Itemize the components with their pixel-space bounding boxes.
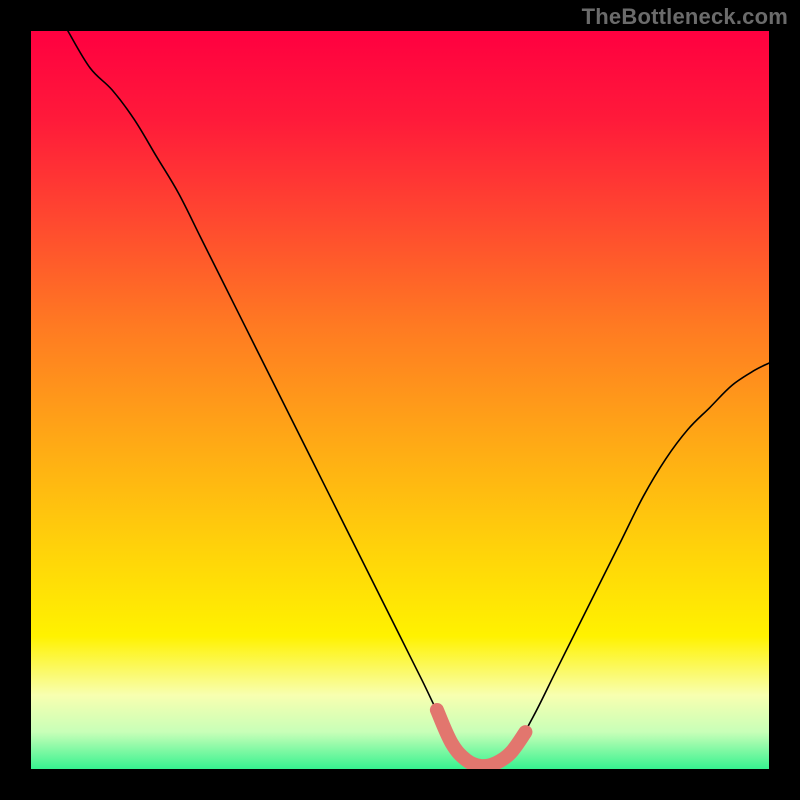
chart-plot-area bbox=[31, 31, 769, 769]
watermark-text: TheBottleneck.com bbox=[582, 4, 788, 30]
gradient-background bbox=[31, 31, 769, 769]
chart-svg bbox=[31, 31, 769, 769]
